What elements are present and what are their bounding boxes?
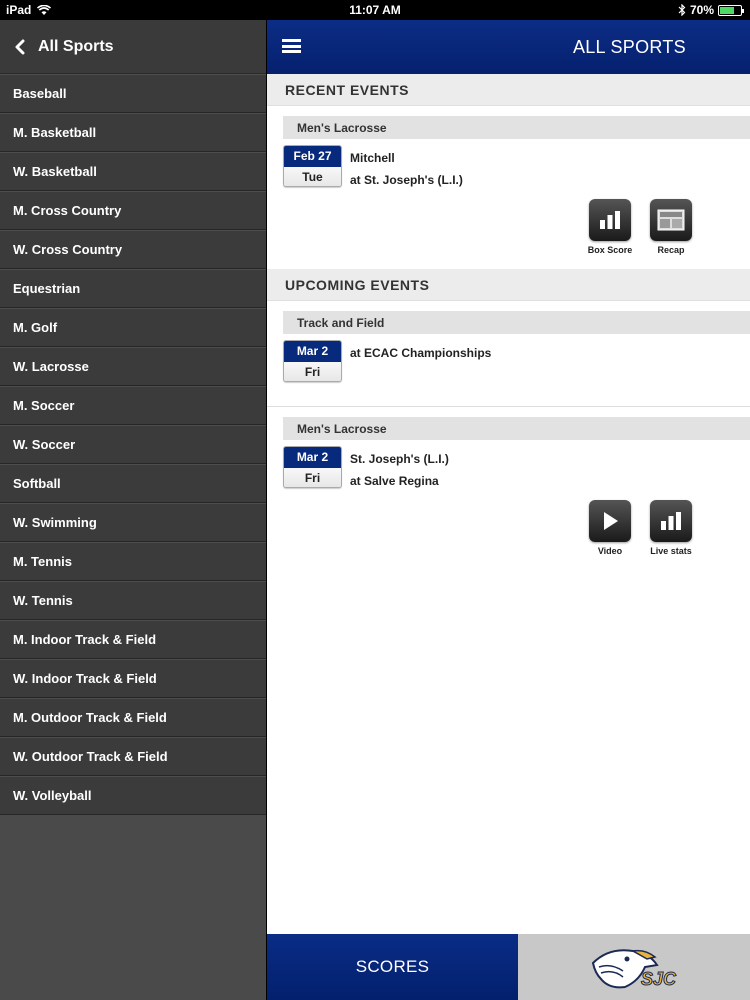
- box-score-button[interactable]: Box Score: [580, 199, 640, 255]
- divider: [267, 406, 750, 407]
- sidebar-item-m-tennis[interactable]: M. Tennis: [0, 542, 266, 581]
- date-badge: Mar 2 Fri: [283, 446, 342, 488]
- event-location: at St. Joseph's (L.I.): [350, 173, 463, 187]
- video-label: Video: [597, 546, 623, 556]
- date-badge: Feb 27 Tue: [283, 145, 342, 187]
- sidebar-item-m-soccer[interactable]: M. Soccer: [0, 386, 266, 425]
- event-day: Fri: [284, 468, 341, 487]
- video-button[interactable]: Video: [580, 500, 640, 556]
- sidebar-item-w-soccer[interactable]: W. Soccer: [0, 425, 266, 464]
- event-sport: Men's Lacrosse: [283, 116, 750, 139]
- battery-percent: 70%: [689, 3, 714, 17]
- event-location: at Salve Regina: [350, 474, 439, 488]
- event-opponent: Mitchell: [350, 151, 395, 165]
- sidebar-item-m-basketball[interactable]: M. Basketball: [0, 113, 266, 152]
- upcoming-events-heading: UPCOMING EVENTS: [267, 269, 750, 301]
- sidebar-header: All Sports: [0, 20, 266, 74]
- box-score-label: Box Score: [587, 245, 633, 255]
- sidebar-item-m-golf[interactable]: M. Golf: [0, 308, 266, 347]
- event-card[interactable]: Track and Field Mar 2 Fri at ECAC Champi…: [267, 311, 750, 407]
- event-card[interactable]: Men's Lacrosse Mar 2 Fri St. Joseph's (L…: [267, 417, 750, 570]
- bar-chart-icon: [650, 500, 692, 542]
- main-panel: ALL SPORTS RECENT EVENTS Men's Lacrosse …: [267, 20, 750, 1000]
- bluetooth-icon: [678, 4, 686, 16]
- tab-logo[interactable]: SJC: [518, 934, 750, 1000]
- event-sport: Men's Lacrosse: [283, 417, 750, 440]
- recap-label: Recap: [657, 245, 685, 255]
- hamburger-menu-icon[interactable]: [282, 39, 301, 53]
- sidebar-item-w-cross-country[interactable]: W. Cross Country: [0, 230, 266, 269]
- sidebar-item-w-tennis[interactable]: W. Tennis: [0, 581, 266, 620]
- recap-button[interactable]: Recap: [641, 199, 701, 255]
- battery-icon: [718, 4, 744, 16]
- sidebar: All Sports Baseball M. Basketball W. Bas…: [0, 20, 266, 1000]
- logo-text: SJC: [641, 969, 677, 989]
- bottom-tab-bar: SCORES SJC: [267, 934, 750, 1000]
- event-card[interactable]: Men's Lacrosse Feb 27 Tue Mitchell at St…: [267, 116, 750, 269]
- sidebar-item-w-indoor-track[interactable]: W. Indoor Track & Field: [0, 659, 266, 698]
- sidebar-item-softball[interactable]: Softball: [0, 464, 266, 503]
- sidebar-item-m-indoor-track[interactable]: M. Indoor Track & Field: [0, 620, 266, 659]
- bar-chart-icon: [589, 199, 631, 241]
- newspaper-icon: [650, 199, 692, 241]
- play-icon: [589, 500, 631, 542]
- sidebar-item-w-lacrosse[interactable]: W. Lacrosse: [0, 347, 266, 386]
- event-day: Fri: [284, 362, 341, 381]
- event-date: Mar 2: [284, 341, 341, 362]
- status-bar: iPad 11:07 AM 70%: [0, 0, 750, 20]
- sidebar-item-m-cross-country[interactable]: M. Cross Country: [0, 191, 266, 230]
- date-badge: Mar 2 Fri: [283, 340, 342, 382]
- sidebar-item-w-volleyball[interactable]: W. Volleyball: [0, 776, 266, 815]
- event-sport: Track and Field: [283, 311, 750, 334]
- sidebar-item-m-outdoor-track[interactable]: M. Outdoor Track & Field: [0, 698, 266, 737]
- sport-list: Baseball M. Basketball W. Basketball M. …: [0, 74, 266, 815]
- event-day: Tue: [284, 167, 341, 186]
- event-opponent: St. Joseph's (L.I.): [350, 452, 449, 466]
- tab-scores[interactable]: SCORES: [267, 934, 518, 1000]
- live-stats-label: Live stats: [650, 546, 692, 556]
- sidebar-title: All Sports: [38, 37, 114, 55]
- top-bar: ALL SPORTS: [267, 20, 750, 74]
- page-title: ALL SPORTS: [572, 37, 686, 57]
- event-date: Mar 2: [284, 447, 341, 468]
- recent-events-heading: RECENT EVENTS: [267, 74, 750, 106]
- event-location: at ECAC Championships: [350, 346, 492, 360]
- sidebar-item-w-outdoor-track[interactable]: W. Outdoor Track & Field: [0, 737, 266, 776]
- status-time: 11:07 AM: [349, 3, 401, 17]
- event-date: Feb 27: [284, 146, 341, 167]
- live-stats-button[interactable]: Live stats: [641, 500, 701, 556]
- sidebar-item-w-basketball[interactable]: W. Basketball: [0, 152, 266, 191]
- eagle-logo-icon: SJC: [591, 949, 678, 990]
- sidebar-item-w-swimming[interactable]: W. Swimming: [0, 503, 266, 542]
- sidebar-item-baseball[interactable]: Baseball: [0, 74, 266, 113]
- sidebar-item-equestrian[interactable]: Equestrian: [0, 269, 266, 308]
- back-chevron-icon[interactable]: [12, 39, 28, 55]
